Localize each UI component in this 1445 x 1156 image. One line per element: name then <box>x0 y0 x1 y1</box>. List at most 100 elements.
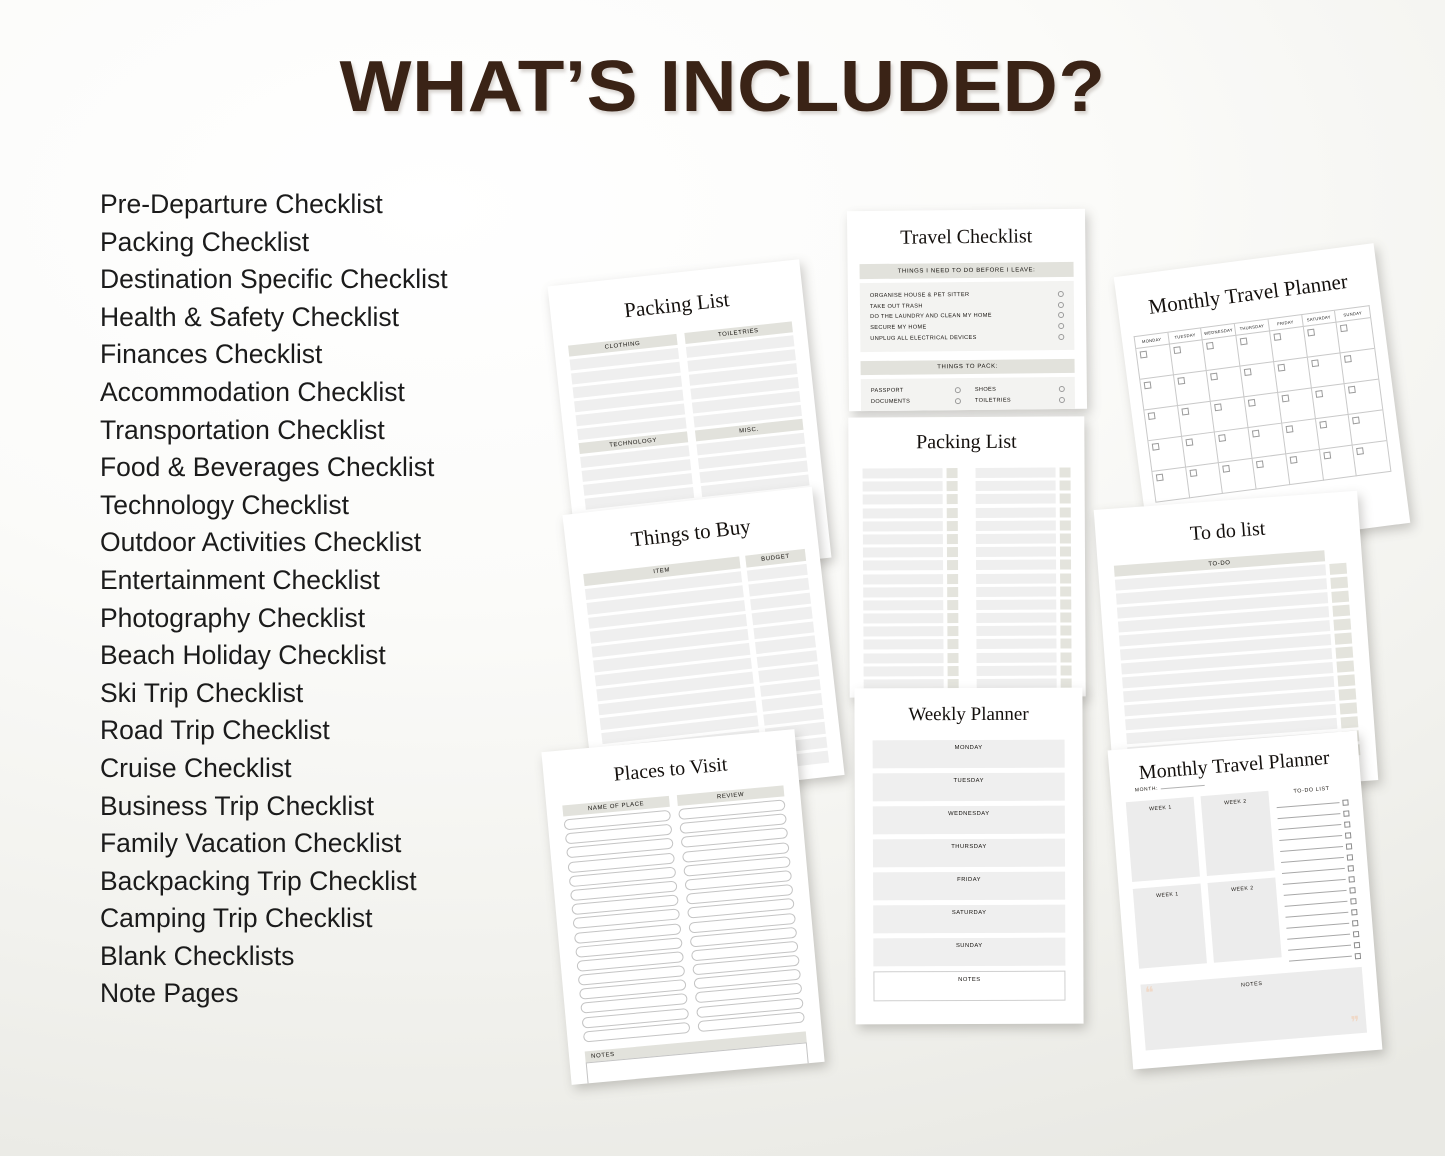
checkbox-square-icon[interactable] <box>947 586 959 597</box>
todo-write-line[interactable] <box>1286 922 1350 929</box>
calendar-day-cell[interactable] <box>1148 436 1186 472</box>
write-row[interactable] <box>976 586 1057 597</box>
packing-row[interactable] <box>975 467 1071 478</box>
notes-box[interactable]: ❝ NOTES ❞ <box>1140 966 1368 1051</box>
checkbox-square-icon[interactable] <box>1347 864 1354 872</box>
todo-write-line[interactable] <box>1280 845 1344 852</box>
checkbox-square-icon[interactable] <box>1354 952 1362 959</box>
write-row[interactable] <box>976 599 1057 610</box>
weekday-block[interactable]: MONDAY <box>872 739 1065 769</box>
packing-row[interactable] <box>976 665 1072 676</box>
write-row[interactable] <box>976 573 1057 584</box>
checkbox-circle-icon[interactable] <box>1058 323 1065 330</box>
calendar-day-cell[interactable] <box>1319 445 1358 481</box>
packing-row[interactable] <box>862 520 958 532</box>
checkbox-circle-icon[interactable] <box>1058 397 1065 404</box>
packing-row[interactable] <box>862 468 958 479</box>
todo-write-line[interactable] <box>1285 911 1349 918</box>
calendar-day-cell[interactable] <box>1303 322 1341 358</box>
checkbox-circle-icon[interactable] <box>954 387 961 394</box>
todo-write-line[interactable] <box>1283 878 1346 885</box>
checkbox-square-icon[interactable] <box>1351 908 1358 916</box>
packing-row[interactable] <box>863 652 959 664</box>
packing-row[interactable] <box>976 599 1072 610</box>
calendar-day-cell[interactable] <box>1315 414 1354 450</box>
calendar-day-cell[interactable] <box>1248 423 1287 459</box>
calendar-day-cell[interactable] <box>1144 406 1182 442</box>
calendar-day-cell[interactable] <box>1344 379 1383 415</box>
calendar-day-cell[interactable] <box>1307 353 1345 389</box>
calendar-day-cell[interactable] <box>1211 397 1249 433</box>
weekday-block[interactable]: SUNDAY <box>873 937 1066 967</box>
write-row[interactable] <box>862 507 943 519</box>
write-row[interactable] <box>976 638 1057 650</box>
packing-row[interactable] <box>862 494 958 505</box>
write-row[interactable] <box>863 652 944 664</box>
write-row[interactable] <box>863 613 944 624</box>
todo-write-line[interactable] <box>1289 955 1352 962</box>
calendar-day-cell[interactable] <box>1219 458 1257 494</box>
checkbox-square-icon[interactable] <box>1335 646 1354 659</box>
write-row[interactable] <box>975 507 1056 518</box>
checkbox-square-icon[interactable] <box>1059 493 1071 504</box>
checkbox-square-icon[interactable] <box>947 613 959 624</box>
checkbox-square-icon[interactable] <box>1060 599 1072 610</box>
checkbox-square-icon[interactable] <box>1352 930 1360 937</box>
checkbox-square-icon[interactable] <box>1332 604 1351 617</box>
todo-write-line[interactable] <box>1276 802 1340 809</box>
todo-write-line[interactable] <box>1284 900 1348 907</box>
checkbox-circle-icon[interactable] <box>954 398 961 405</box>
packing-row[interactable] <box>863 639 959 650</box>
checkbox-square-icon[interactable] <box>1349 886 1356 894</box>
calendar-day-cell[interactable] <box>1353 441 1391 477</box>
calendar-day-cell[interactable] <box>1236 331 1275 367</box>
checkbox-square-icon[interactable] <box>1060 612 1072 623</box>
checkbox-square-icon[interactable] <box>1059 507 1071 518</box>
packing-row[interactable] <box>976 625 1072 637</box>
write-row[interactable] <box>863 665 944 677</box>
write-row[interactable] <box>863 626 944 637</box>
week-box[interactable]: WEEK 2 <box>1200 790 1276 876</box>
calendar-day-cell[interactable] <box>1252 454 1291 490</box>
packing-row[interactable] <box>975 507 1071 518</box>
checkbox-circle-icon[interactable] <box>1057 291 1064 298</box>
checklist-line[interactable]: UNPLUG ALL ELECTRICAL DEVICES <box>870 331 1065 344</box>
checkbox-square-icon[interactable] <box>1333 618 1352 631</box>
write-row[interactable] <box>862 534 943 545</box>
checkbox-square-icon[interactable] <box>946 547 959 558</box>
write-row[interactable] <box>863 600 944 611</box>
checkbox-square-icon[interactable] <box>1060 559 1072 570</box>
checkbox-square-icon[interactable] <box>1342 798 1349 806</box>
todo-write-line[interactable] <box>1281 856 1344 863</box>
checkbox-square-icon[interactable] <box>1336 660 1355 673</box>
write-row[interactable] <box>975 467 1056 478</box>
checkbox-square-icon[interactable] <box>1337 674 1356 687</box>
checkbox-square-icon[interactable] <box>1060 572 1072 584</box>
packing-row[interactable] <box>976 652 1072 663</box>
packing-row[interactable] <box>975 520 1071 531</box>
checkbox-square-icon[interactable] <box>946 507 958 518</box>
write-row[interactable] <box>976 625 1057 637</box>
packing-row[interactable] <box>862 547 959 558</box>
checkbox-square-icon[interactable] <box>947 665 959 676</box>
calendar-day-cell[interactable] <box>1140 375 1178 411</box>
checkbox-square-icon[interactable] <box>947 652 959 663</box>
checkbox-square-icon[interactable] <box>946 494 958 505</box>
week-box[interactable]: WEEK 1 <box>1132 883 1208 969</box>
todo-write-line[interactable] <box>1288 944 1352 951</box>
checkbox-square-icon[interactable] <box>947 560 959 571</box>
write-row[interactable] <box>975 533 1056 544</box>
calendar-day-cell[interactable] <box>1336 318 1375 354</box>
packing-row[interactable] <box>975 533 1071 544</box>
packing-row[interactable] <box>863 599 959 611</box>
write-row[interactable] <box>863 586 944 598</box>
checkbox-square-icon[interactable] <box>946 533 958 545</box>
packing-row[interactable] <box>862 533 958 545</box>
calendar-day-cell[interactable] <box>1340 348 1379 385</box>
packing-row[interactable] <box>975 546 1071 558</box>
write-row[interactable] <box>862 547 944 558</box>
packing-row[interactable] <box>863 560 959 571</box>
checkbox-square-icon[interactable] <box>1059 533 1071 544</box>
checkbox-square-icon[interactable] <box>1344 831 1352 839</box>
calendar-day-cell[interactable] <box>1278 388 1316 424</box>
